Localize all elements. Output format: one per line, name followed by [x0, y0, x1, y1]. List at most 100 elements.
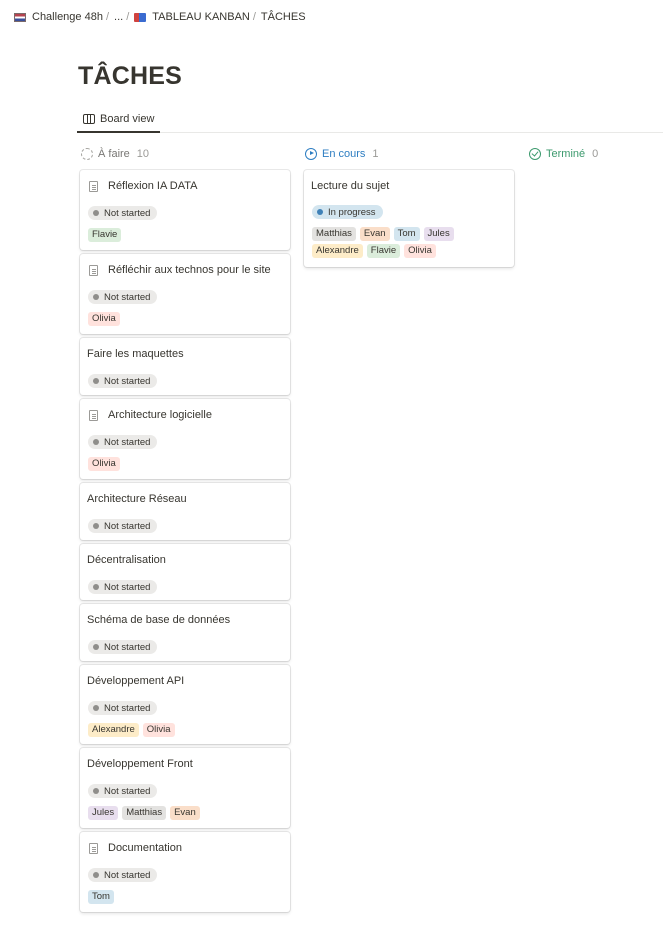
status-badge: Not started [88, 374, 158, 388]
assignee-tags: Alexandre Olivia [88, 723, 284, 737]
status-dot-icon [93, 584, 99, 590]
page-icon [89, 409, 98, 421]
status-badge: Not started [88, 435, 158, 449]
card-title-row: Décentralisation [87, 554, 166, 566]
todo-status-icon [81, 148, 93, 160]
column-in-progress: En cours 1 Lecture du sujet In progress Matt… [304, 144, 516, 267]
tab-board-view[interactable]: Board view [77, 106, 161, 133]
status-dot-icon [93, 788, 99, 794]
breadcrumb-label: ... [114, 11, 124, 23]
column-header[interactable]: En cours 1 [304, 144, 516, 164]
task-card[interactable]: Faire les maquettes Not started [80, 338, 290, 395]
card-title: Lecture du sujet [311, 180, 390, 192]
status-badge: In progress [312, 205, 383, 219]
breadcrumb-item-ellipsis[interactable]: ... [114, 11, 123, 23]
status-label: Not started [104, 702, 151, 714]
status-label: Not started [104, 520, 151, 532]
task-card[interactable]: Documentation Not started Tom [80, 832, 290, 912]
card-title: Faire les maquettes [87, 348, 184, 360]
column-header[interactable]: À faire 10 [80, 144, 292, 164]
card-title-row: Développement API [87, 675, 184, 687]
task-card[interactable]: Lecture du sujet In progress Matthias Evan T… [304, 170, 514, 267]
breadcrumb-item-challenge[interactable]: Challenge 48h [14, 11, 103, 23]
assignee-tag: Alexandre [312, 244, 363, 258]
card-title: Décentralisation [87, 554, 166, 566]
assignee-tag: Flavie [366, 244, 401, 258]
assignee-tag: Evan [170, 806, 200, 820]
board-icon [134, 12, 147, 22]
card-title-row: Documentation [87, 842, 182, 854]
breadcrumb-label: Challenge 48h [32, 11, 103, 23]
breadcrumb-item-taches[interactable]: TÂCHES [261, 11, 306, 23]
column-count: 10 [136, 148, 150, 160]
column-count: 0 [592, 148, 599, 160]
card-title-row: Réflexion IA DATA [87, 180, 197, 192]
page-icon [89, 842, 98, 854]
column-todo: À faire 10 Réflexion IA DATA Not started Fla… [80, 144, 292, 912]
assignee-tags: Matthias Evan Tom Jules Alexandre Flavie Olivi… [312, 227, 508, 258]
status-badge: Not started [88, 519, 158, 533]
assignee-tags: Olivia [88, 312, 284, 326]
card-title-row: Schéma de base de données [87, 614, 230, 626]
card-title-row: Développement Front [87, 758, 193, 770]
card-title: Documentation [108, 842, 182, 854]
breadcrumb-item-kanban[interactable]: TABLEAU KANBAN [134, 11, 250, 23]
task-card[interactable]: Développement Front Not started Jules Matth… [80, 748, 290, 828]
status-label: Not started [104, 641, 151, 653]
status-badge: Not started [88, 868, 158, 882]
card-title-row: Architecture logicielle [87, 409, 212, 421]
assignee-tags: Tom [88, 890, 284, 904]
status-label: In progress [328, 206, 376, 218]
tab-label: Board view [100, 112, 155, 125]
column-count: 1 [372, 148, 379, 160]
task-card[interactable]: Réflexion IA DATA Not started Flavie [80, 170, 290, 250]
assignee-tags: Olivia [88, 457, 284, 471]
breadcrumb-separator: / [252, 11, 256, 23]
breadcrumb-label: TABLEAU KANBAN [152, 11, 250, 23]
status-dot-icon [317, 209, 323, 215]
flag-icon [14, 12, 26, 22]
done-status-icon [529, 148, 541, 160]
card-title: Réfléchir aux technos pour le site [108, 264, 271, 276]
status-badge: Not started [88, 640, 158, 654]
card-title-row: Lecture du sujet [311, 180, 389, 192]
assignee-tag: Tom [393, 227, 420, 241]
card-title: Architecture Réseau [87, 493, 187, 505]
assignee-tag: Olivia [404, 244, 436, 258]
status-label: Not started [104, 436, 151, 448]
column-header[interactable]: Terminé 0 [528, 144, 663, 164]
task-card[interactable]: Réfléchir aux technos pour le site Not st… [80, 254, 290, 334]
task-card[interactable]: Architecture Réseau Not started [80, 483, 290, 540]
assignee-tag: Alexandre [88, 723, 139, 737]
breadcrumb-separator: / [105, 11, 110, 23]
assignee-tag: Olivia [142, 723, 175, 737]
status-badge: Not started [88, 206, 158, 220]
breadcrumb: Challenge 48h / ... / TABLEAU KANBAN / T… [14, 10, 306, 24]
assignee-tag: Evan [359, 227, 390, 241]
status-badge: Not started [88, 701, 158, 715]
task-card[interactable]: Architecture logicielle Not started Olivia [80, 399, 290, 479]
breadcrumb-label: TÂCHES [260, 11, 306, 23]
page-title: TÂCHES [78, 62, 182, 90]
status-dot-icon [93, 523, 99, 529]
task-card[interactable]: Décentralisation Not started [80, 544, 290, 600]
task-card[interactable]: Schéma de base de données Not started [80, 604, 290, 661]
status-badge: Not started [88, 290, 158, 304]
assignee-tag: Jules [88, 806, 119, 820]
status-label: Not started [104, 375, 151, 387]
status-badge: Not started [88, 580, 158, 594]
status-badge: Not started [88, 784, 158, 798]
page-icon [89, 180, 98, 192]
task-card[interactable]: Développement API Not started Alexandre Oli… [80, 665, 290, 744]
column-label: En cours [322, 148, 366, 160]
breadcrumb-separator: / [126, 11, 130, 23]
card-title: Développement Front [87, 758, 193, 770]
status-label: Not started [104, 869, 151, 881]
assignee-tag: Matthias [122, 806, 167, 820]
card-title-row: Faire les maquettes [87, 348, 184, 360]
status-dot-icon [93, 644, 99, 650]
status-label: Not started [104, 291, 151, 303]
status-dot-icon [93, 294, 99, 300]
column-label: À faire [98, 148, 130, 160]
status-dot-icon [93, 378, 99, 384]
